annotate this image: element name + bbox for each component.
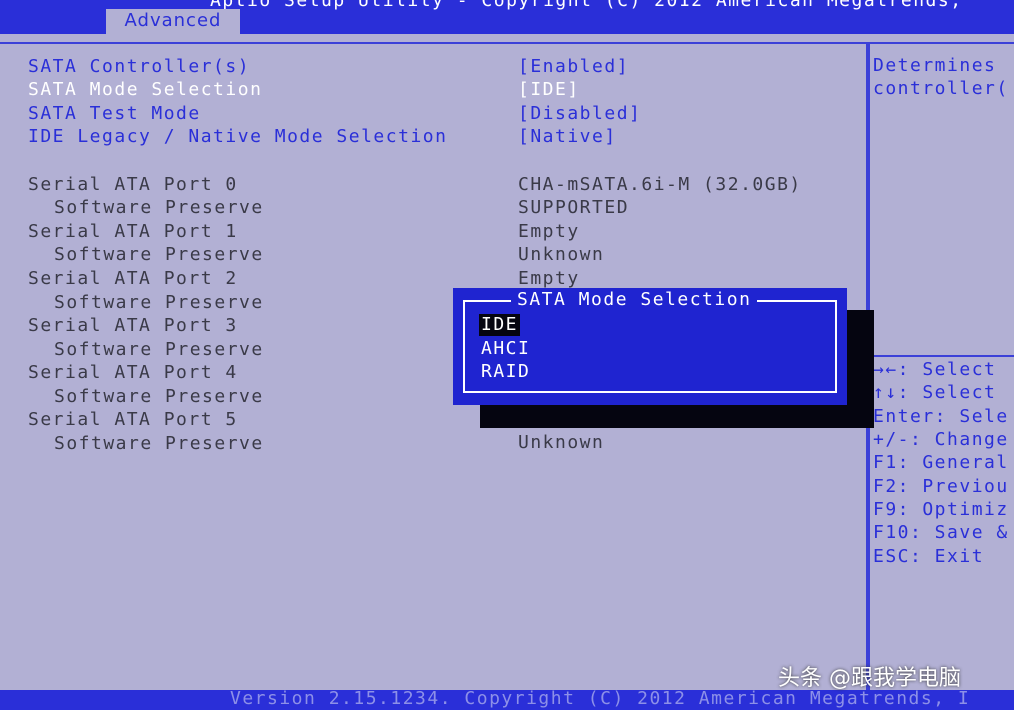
- help-description-line: Determines: [873, 55, 997, 76]
- sata-mode-dialog: SATA Mode Selection IDE AHCI RAID: [453, 288, 847, 405]
- option-ide[interactable]: IDE: [479, 314, 521, 336]
- setting-ide-legacy-native[interactable]: IDE Legacy / Native Mode Selection: [28, 126, 447, 148]
- setting-ide-legacy-native-value[interactable]: [Native]: [518, 126, 617, 148]
- option-raid[interactable]: RAID: [479, 361, 532, 383]
- port-value: Unknown: [518, 244, 605, 265]
- port-value: CHA-mSATA.6i-M (32.0GB): [518, 174, 802, 195]
- setting-sata-mode-selection-value[interactable]: [IDE]: [518, 79, 580, 101]
- watermark: 头条 @跟我学电脑: [778, 666, 961, 691]
- port-label: Software Preserve: [54, 197, 264, 218]
- help-divider: [868, 355, 1014, 357]
- port-label: Serial ATA Port 3: [28, 315, 238, 336]
- port-label: Software Preserve: [54, 386, 264, 407]
- help-key-select-item: ↑↓: Select: [873, 382, 997, 403]
- port-value: SUPPORTED: [518, 197, 630, 218]
- dialog-title: SATA Mode Selection: [511, 289, 758, 311]
- help-key-f1: F1: General: [873, 452, 1009, 473]
- help-key-esc: ESC: Exit: [873, 546, 985, 567]
- footer-bar: Version 2.15.1234. Copyright (C) 2012 Am…: [0, 690, 1014, 710]
- port-label: Serial ATA Port 4: [28, 362, 238, 383]
- setting-sata-controllers[interactable]: SATA Controller(s): [28, 56, 250, 78]
- option-ahci[interactable]: AHCI: [479, 338, 532, 360]
- setting-sata-controllers-value[interactable]: [Enabled]: [518, 56, 629, 78]
- help-key-change: +/-: Change: [873, 429, 1009, 450]
- help-key-f9: F9: Optimiz: [873, 499, 1009, 520]
- port-label: Software Preserve: [54, 433, 264, 454]
- help-key-f2: F2: Previou: [873, 476, 1009, 497]
- help-description-line: controller(: [873, 78, 1009, 99]
- port-label: Serial ATA Port 0: [28, 174, 238, 195]
- port-label: Serial ATA Port 2: [28, 268, 238, 289]
- port-label: Software Preserve: [54, 339, 264, 360]
- help-key-f10: F10: Save &: [873, 522, 1009, 543]
- version-text: Version 2.15.1234. Copyright (C) 2012 Am…: [230, 690, 971, 709]
- port-label: Serial ATA Port 1: [28, 221, 238, 242]
- port-value: Empty: [518, 221, 580, 242]
- port-label: Software Preserve: [54, 244, 264, 265]
- port-label: Software Preserve: [54, 292, 264, 313]
- port-value: Unknown: [518, 432, 605, 453]
- help-key-select-screen: →←: Select: [873, 359, 997, 380]
- utility-title: Aptio Setup Utility - Copyright (C) 2012…: [210, 0, 963, 11]
- setting-sata-mode-selection[interactable]: SATA Mode Selection: [28, 79, 262, 101]
- tab-advanced[interactable]: Advanced: [106, 9, 240, 34]
- port-value: Empty: [518, 268, 580, 289]
- title-bar: Aptio Setup Utility - Copyright (C) 2012…: [0, 0, 1014, 34]
- setting-sata-test-mode[interactable]: SATA Test Mode: [28, 103, 201, 125]
- port-label: Serial ATA Port 5: [28, 409, 238, 430]
- help-key-enter: Enter: Sele: [873, 406, 1009, 427]
- setting-sata-test-mode-value[interactable]: [Disabled]: [518, 103, 641, 125]
